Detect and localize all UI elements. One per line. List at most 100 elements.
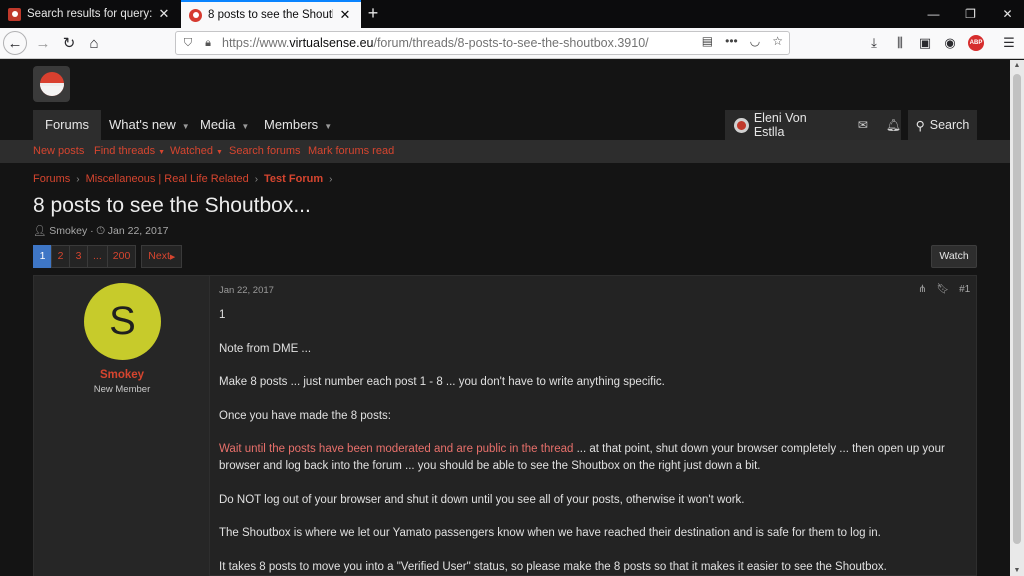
breadcrumb-forums[interactable]: Forums [33, 173, 70, 185]
post-paragraph: Note from DME ... [219, 342, 312, 355]
caret-down-icon[interactable]: ▼ [216, 149, 223, 156]
post: S Smokey New Member Jan 22, 2017 ⋔ 🔖︎ #1… [33, 275, 977, 576]
nav-tab-label: Forums [45, 117, 90, 132]
subnav-label: Watched [170, 145, 214, 157]
sidebar-icon[interactable]: ▣ [915, 33, 935, 53]
post-paragraph: The Shoutbox is where we let our Yamato … [219, 527, 881, 540]
post-body: 1 Note from DME ... Make 8 posts ... jus… [219, 307, 964, 576]
search-button[interactable]: ⚲ Search [908, 110, 977, 140]
next-page-button[interactable]: Next▶ [141, 245, 183, 268]
breadcrumb-misc[interactable]: Miscellaneous | Real Life Related [86, 173, 249, 185]
site-logo[interactable] [33, 66, 70, 102]
chevron-right-icon: › [254, 174, 259, 185]
post-paragraph: Once you have made the 8 posts: [219, 409, 391, 422]
scroll-up-icon[interactable]: ▲ [1010, 62, 1024, 69]
post-paragraph: Wait until the posts have been moderated… [219, 441, 964, 474]
page-actions-icon[interactable]: ••• [725, 34, 738, 48]
browser-toolbar: ← → ↻ ⌂ ⛉ 🔒︎ https://www.virtualsense.eu… [0, 28, 1024, 59]
caret-down-icon[interactable]: ▼ [158, 149, 165, 156]
post-paragraph: It takes 8 posts to move you into a "Ver… [219, 560, 887, 573]
nav-tab-media[interactable]: Media ▼ [188, 110, 261, 140]
page-scrollbar[interactable]: ▲ ▼ [1010, 60, 1024, 576]
chevron-right-icon: › [76, 174, 80, 185]
inbox-icon[interactable]: ✉ [858, 118, 868, 132]
post-username[interactable]: Smokey [34, 369, 210, 381]
tab-title: 8 posts to see the Shoutbox... | [208, 9, 333, 21]
bookmark-icon[interactable]: 🔖︎ [936, 284, 949, 295]
post-paragraph: Make 8 posts ... just number each post 1… [219, 376, 665, 389]
account-menu[interactable]: Eleni Von Estlla ✉ 🔔︎ [725, 110, 901, 140]
scrollbar-thumb[interactable] [1013, 74, 1021, 544]
subnav-search-forums[interactable]: Search forums [229, 140, 301, 163]
library-icon[interactable]: ⫼ [890, 33, 910, 53]
minimize-window-button[interactable]: — [915, 0, 952, 28]
reload-button[interactable]: ↻ [56, 31, 82, 55]
tracking-protection-shield-icon[interactable]: ⛉ [180, 37, 196, 50]
page-link-2[interactable]: 2 [51, 245, 70, 268]
close-window-button[interactable]: ✕ [989, 0, 1024, 28]
scroll-down-icon[interactable]: ▼ [1010, 567, 1024, 574]
subnav-find-threads[interactable]: Find threads ▼ [94, 140, 165, 164]
highlighted-text: Wait until the posts have been moderated… [219, 443, 574, 456]
nav-tab-whats-new[interactable]: What's new ▼ [97, 110, 202, 140]
nav-tab-forums[interactable]: Forums [33, 110, 102, 140]
sub-navigation: New posts Find threads ▼ Watched ▼ Search … [0, 140, 1010, 163]
thread-date[interactable]: Jan 22, 2017 [108, 225, 169, 237]
thread-meta: 👤︎ Smokey · 🕓︎ Jan 22, 2017 [33, 224, 169, 238]
post-number[interactable]: #1 [959, 284, 970, 295]
browser-tab-shoutbox-thread[interactable]: 8 posts to see the Shoutbox... | ✕ [181, 0, 361, 28]
nav-tab-label: Media [200, 117, 236, 132]
subnav-mark-forums-read[interactable]: Mark forums read [308, 140, 394, 163]
page-link-200[interactable]: 200 [106, 245, 137, 268]
menu-icon[interactable]: ☰ [999, 33, 1019, 53]
downloads-icon[interactable]: ⤓ [864, 33, 884, 53]
forum-page: Forums What's new ▼ Media ▼ Members ▼ Eleni… [0, 60, 1010, 576]
post-user-title: New Member [93, 384, 151, 395]
page-title: 8 posts to see the Shoutbox... [33, 194, 311, 217]
caret-down-icon[interactable]: ▼ [241, 122, 249, 131]
close-tab-icon[interactable]: ✕ [337, 7, 353, 23]
nav-tab-label: What's new [109, 117, 176, 132]
subnav-watched[interactable]: Watched ▼ [170, 140, 223, 164]
lock-icon[interactable]: 🔒︎ [200, 37, 216, 50]
page-jump-ellipsis[interactable]: ... [87, 245, 108, 268]
site-favicon-icon [189, 8, 202, 22]
bookmark-star-icon[interactable]: ☆ [772, 34, 783, 48]
share-icon[interactable]: ⋔ [918, 284, 926, 295]
url-text: https://www.virtualsense.eu/forum/thread… [222, 36, 649, 50]
subnav-label: Find threads [94, 145, 156, 157]
thread-author[interactable]: Smokey [49, 225, 87, 237]
nav-tab-members[interactable]: Members ▼ [252, 110, 344, 140]
nav-tab-label: Members [264, 117, 319, 132]
breadcrumb: Forums › Miscellaneous | Real Life Related… [33, 173, 338, 185]
page-link-3[interactable]: 3 [69, 245, 88, 268]
avatar [734, 117, 749, 133]
post-actions: ⋔ 🔖︎ #1 [918, 284, 970, 295]
close-tab-icon[interactable]: ✕ [156, 6, 172, 22]
address-bar[interactable]: ⛉ 🔒︎ https://www.virtualsense.eu/forum/t… [175, 31, 790, 55]
home-button[interactable]: ⌂ [81, 31, 107, 55]
avatar[interactable]: S [84, 283, 161, 360]
user-icon: 👤︎ [33, 225, 47, 237]
account-icon[interactable]: ◉ [940, 33, 960, 53]
back-button[interactable]: ← [3, 31, 27, 55]
restore-window-button[interactable]: ❐ [952, 0, 989, 28]
separator-dot: · [90, 225, 94, 237]
pocket-icon[interactable]: ◡ [750, 34, 760, 48]
browser-tab-search-results[interactable]: Search results for query: space ✕ [0, 0, 180, 28]
breadcrumb-test-forum[interactable]: Test Forum [264, 173, 323, 185]
adblock-plus-icon[interactable]: ABP [968, 35, 984, 51]
subnav-new-posts[interactable]: New posts [33, 140, 84, 163]
watch-button[interactable]: Watch [931, 245, 977, 268]
caret-down-icon[interactable]: ▼ [324, 122, 332, 131]
chevron-right-icon: › [329, 174, 333, 185]
forward-button[interactable]: → [30, 31, 56, 55]
new-tab-button[interactable]: + [364, 0, 382, 28]
post-date[interactable]: Jan 22, 2017 [219, 285, 274, 296]
browser-tab-bar: Search results for query: space ✕ 8 post… [0, 0, 1024, 28]
next-label: Next [148, 250, 170, 262]
reader-view-icon[interactable]: ▤ [702, 34, 713, 48]
account-name: Eleni Von Estlla [753, 111, 807, 139]
bell-icon[interactable]: 🔔︎ [886, 118, 901, 132]
page-link-1[interactable]: 1 [33, 245, 52, 268]
